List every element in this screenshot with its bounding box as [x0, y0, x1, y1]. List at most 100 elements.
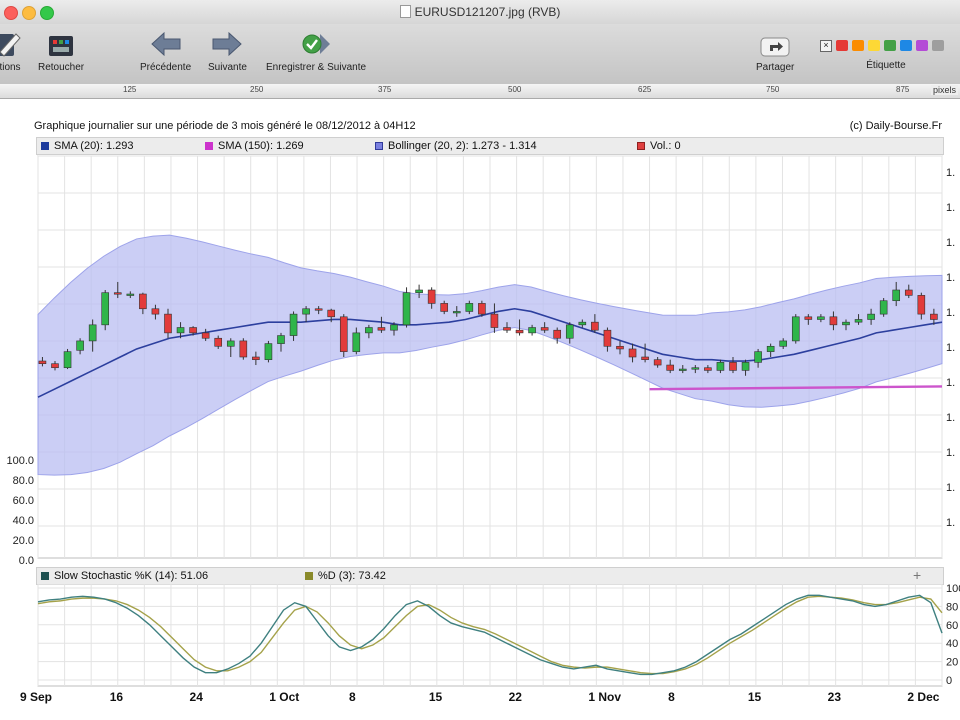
candle-body: [352, 332, 361, 352]
price-chart: 1. 1. 1. 1. 1. 1. 1. 1. 1. 1. 1. 100.0 80.0 60.0 40.0 2…: [6, 155, 955, 564]
save-and-next-button[interactable]: Enregistrer & Suivante: [266, 28, 366, 73]
candle-body: [226, 340, 235, 347]
candle-body: [490, 313, 499, 328]
legend-stoch-d-swatch: [305, 572, 313, 580]
adjust-button[interactable]: Retoucher: [38, 28, 84, 73]
previous-button[interactable]: Précédente: [140, 28, 191, 73]
candle-body: [264, 343, 273, 360]
share-button[interactable]: Partager: [756, 28, 794, 73]
label-color-swatch[interactable]: [884, 40, 896, 51]
legend-sma150: SMA (150): 1.269: [205, 140, 304, 152]
candle-body: [390, 324, 398, 331]
window-title-text: EURUSD121207.jpg (RVB): [414, 5, 561, 19]
legend-volume-swatch: [637, 142, 645, 150]
candle-body: [704, 367, 712, 371]
check-arrow-icon: [300, 28, 332, 60]
candle-body: [779, 340, 788, 347]
y-tick-label-right: 1.: [946, 307, 955, 319]
y-tick-label-right: 1.: [946, 202, 955, 214]
candle-body: [339, 316, 348, 352]
stoch-tick-label: 20: [946, 657, 958, 669]
candle-body: [867, 313, 875, 320]
chart-caption: Graphique journalier sur une période de …: [34, 120, 416, 132]
label-color-swatch[interactable]: [900, 40, 912, 51]
candle-body: [641, 356, 649, 360]
candle-body: [176, 327, 185, 334]
candle-body: [628, 348, 637, 358]
toolbox-icon: [45, 28, 77, 60]
chart-copyright: (c) Daily-Bourse.Fr: [849, 120, 942, 132]
candle-body: [201, 332, 210, 339]
candle-body: [214, 337, 223, 347]
candle: [791, 314, 800, 344]
candle-body: [452, 311, 461, 314]
stoch-tick-label: 100: [946, 584, 960, 595]
ruler-unit[interactable]: pixels: [930, 85, 958, 95]
candle-body: [754, 351, 762, 363]
candle-body: [578, 321, 587, 326]
candle-body: [51, 363, 59, 369]
stoch-tick-label: 40: [946, 638, 958, 650]
candle-body: [591, 321, 599, 331]
candle-body: [88, 324, 97, 342]
candle-body: [314, 308, 323, 311]
y-tick-label-right: 1.: [946, 517, 955, 529]
y-tick-label-right: 1.: [946, 167, 955, 179]
x-tick-label: 9 Sep: [20, 690, 52, 704]
next-button[interactable]: Suivante: [208, 28, 247, 73]
candle-body: [164, 313, 172, 334]
stochastic-legend: Slow Stochastic %K (14): 51.06 %D (3): 7…: [36, 567, 944, 585]
candle-body: [553, 329, 562, 339]
candle-body: [892, 289, 901, 302]
label-color-swatch[interactable]: [916, 40, 928, 51]
label-color-swatch[interactable]: [836, 40, 848, 51]
y-tick-label-right: 1.: [946, 272, 955, 284]
ruler: 125 250 375 500 625 750 875 pixels: [0, 84, 960, 99]
label-color-swatch[interactable]: [932, 40, 944, 51]
candle-body: [302, 308, 310, 315]
label-swatch-row: ×: [816, 28, 956, 60]
legend-stoch-k: Slow Stochastic %K (14): 51.06: [41, 570, 208, 582]
stoch-tick-label: 60: [946, 620, 958, 632]
candle-body: [917, 295, 926, 315]
candle-body: [440, 303, 449, 312]
candle-body: [113, 292, 122, 295]
candle-body: [277, 335, 285, 344]
share-icon: [758, 28, 792, 60]
candle: [339, 314, 348, 357]
document-icon: [399, 5, 411, 18]
candle-body: [139, 293, 147, 310]
candle-body: [854, 319, 863, 323]
label-color-swatch[interactable]: [868, 40, 880, 51]
arrow-right-icon: [211, 28, 243, 60]
candle-body: [829, 316, 838, 326]
add-indicator-icon[interactable]: +: [913, 567, 921, 583]
clear-label-icon[interactable]: ×: [820, 40, 832, 52]
y-tick-label-left: 40.0: [13, 515, 34, 527]
candle-body: [252, 356, 260, 360]
candle-body: [503, 327, 511, 331]
candle: [101, 290, 110, 331]
y-tick-label-left: 20.0: [13, 535, 34, 547]
arrow-left-icon: [150, 28, 182, 60]
y-tick-label-right: 1.: [946, 482, 955, 494]
y-tick-label-right: 1.: [946, 377, 955, 389]
candle-body: [678, 368, 687, 371]
candle-body: [842, 321, 850, 326]
legend-sma20-swatch: [41, 142, 49, 150]
candle-body: [616, 345, 624, 350]
candle-body: [101, 292, 110, 326]
candle-body: [515, 329, 524, 334]
x-tick-label: 15: [748, 690, 762, 704]
candle-body: [766, 345, 775, 352]
label-color-swatch[interactable]: [852, 40, 864, 51]
legend-stoch-d: %D (3): 73.42: [305, 570, 386, 582]
x-tick-label: 1 Nov: [588, 690, 621, 704]
x-tick-label: 1 Oct: [269, 690, 299, 704]
stochastic-chart: 100 80 60 40 20 0 9 Sep 16 24 1 Oct 8 15 22 1 Nov 8 15 2…: [20, 584, 960, 704]
candle-body: [327, 309, 336, 318]
stoch-tick-label: 0: [946, 675, 952, 687]
candle-body: [528, 327, 536, 334]
annotate-button[interactable]: tions: [0, 28, 26, 73]
candle-body: [126, 293, 135, 296]
